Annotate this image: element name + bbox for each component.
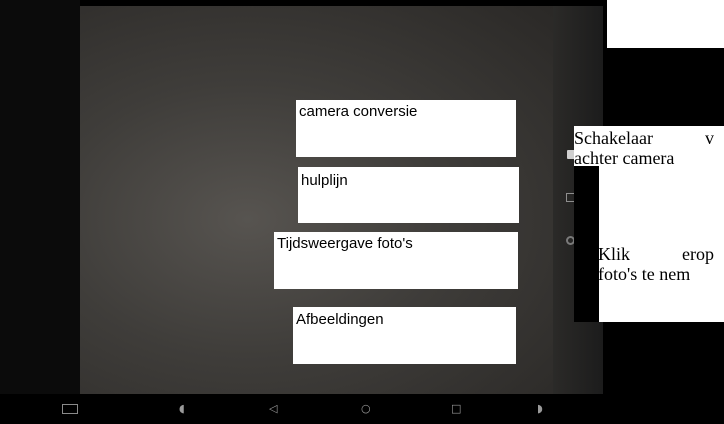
panel-notch: [574, 166, 599, 322]
home-icon[interactable]: ○: [361, 403, 371, 415]
left-bezel: [0, 0, 80, 394]
camera-conversion-label: camera conversie: [296, 100, 516, 157]
instruction-line: foto's te nem: [598, 264, 691, 284]
volume-down-icon[interactable]: ◖: [179, 403, 185, 415]
volume-up-icon[interactable]: ◗: [537, 403, 543, 415]
top-right-overlay: [607, 0, 724, 48]
instruction-line: achter camera: [574, 148, 675, 168]
instruction-word: Klik: [598, 244, 631, 264]
screenshot-icon[interactable]: [62, 404, 78, 414]
instruction-word: Schakelaar: [574, 128, 653, 148]
images-label: Afbeeldingen: [293, 307, 516, 364]
instruction-word: erop: [682, 244, 714, 264]
photo-timing-label: Tijdsweergave foto's: [274, 232, 518, 289]
instruction-word: v: [704, 128, 714, 148]
back-icon[interactable]: ◁: [269, 403, 277, 415]
camera-screen: camera conversie hulplijn Tijdsweergave …: [0, 0, 724, 424]
guideline-label: hulplijn: [298, 167, 519, 223]
recents-icon[interactable]: □: [451, 403, 461, 415]
